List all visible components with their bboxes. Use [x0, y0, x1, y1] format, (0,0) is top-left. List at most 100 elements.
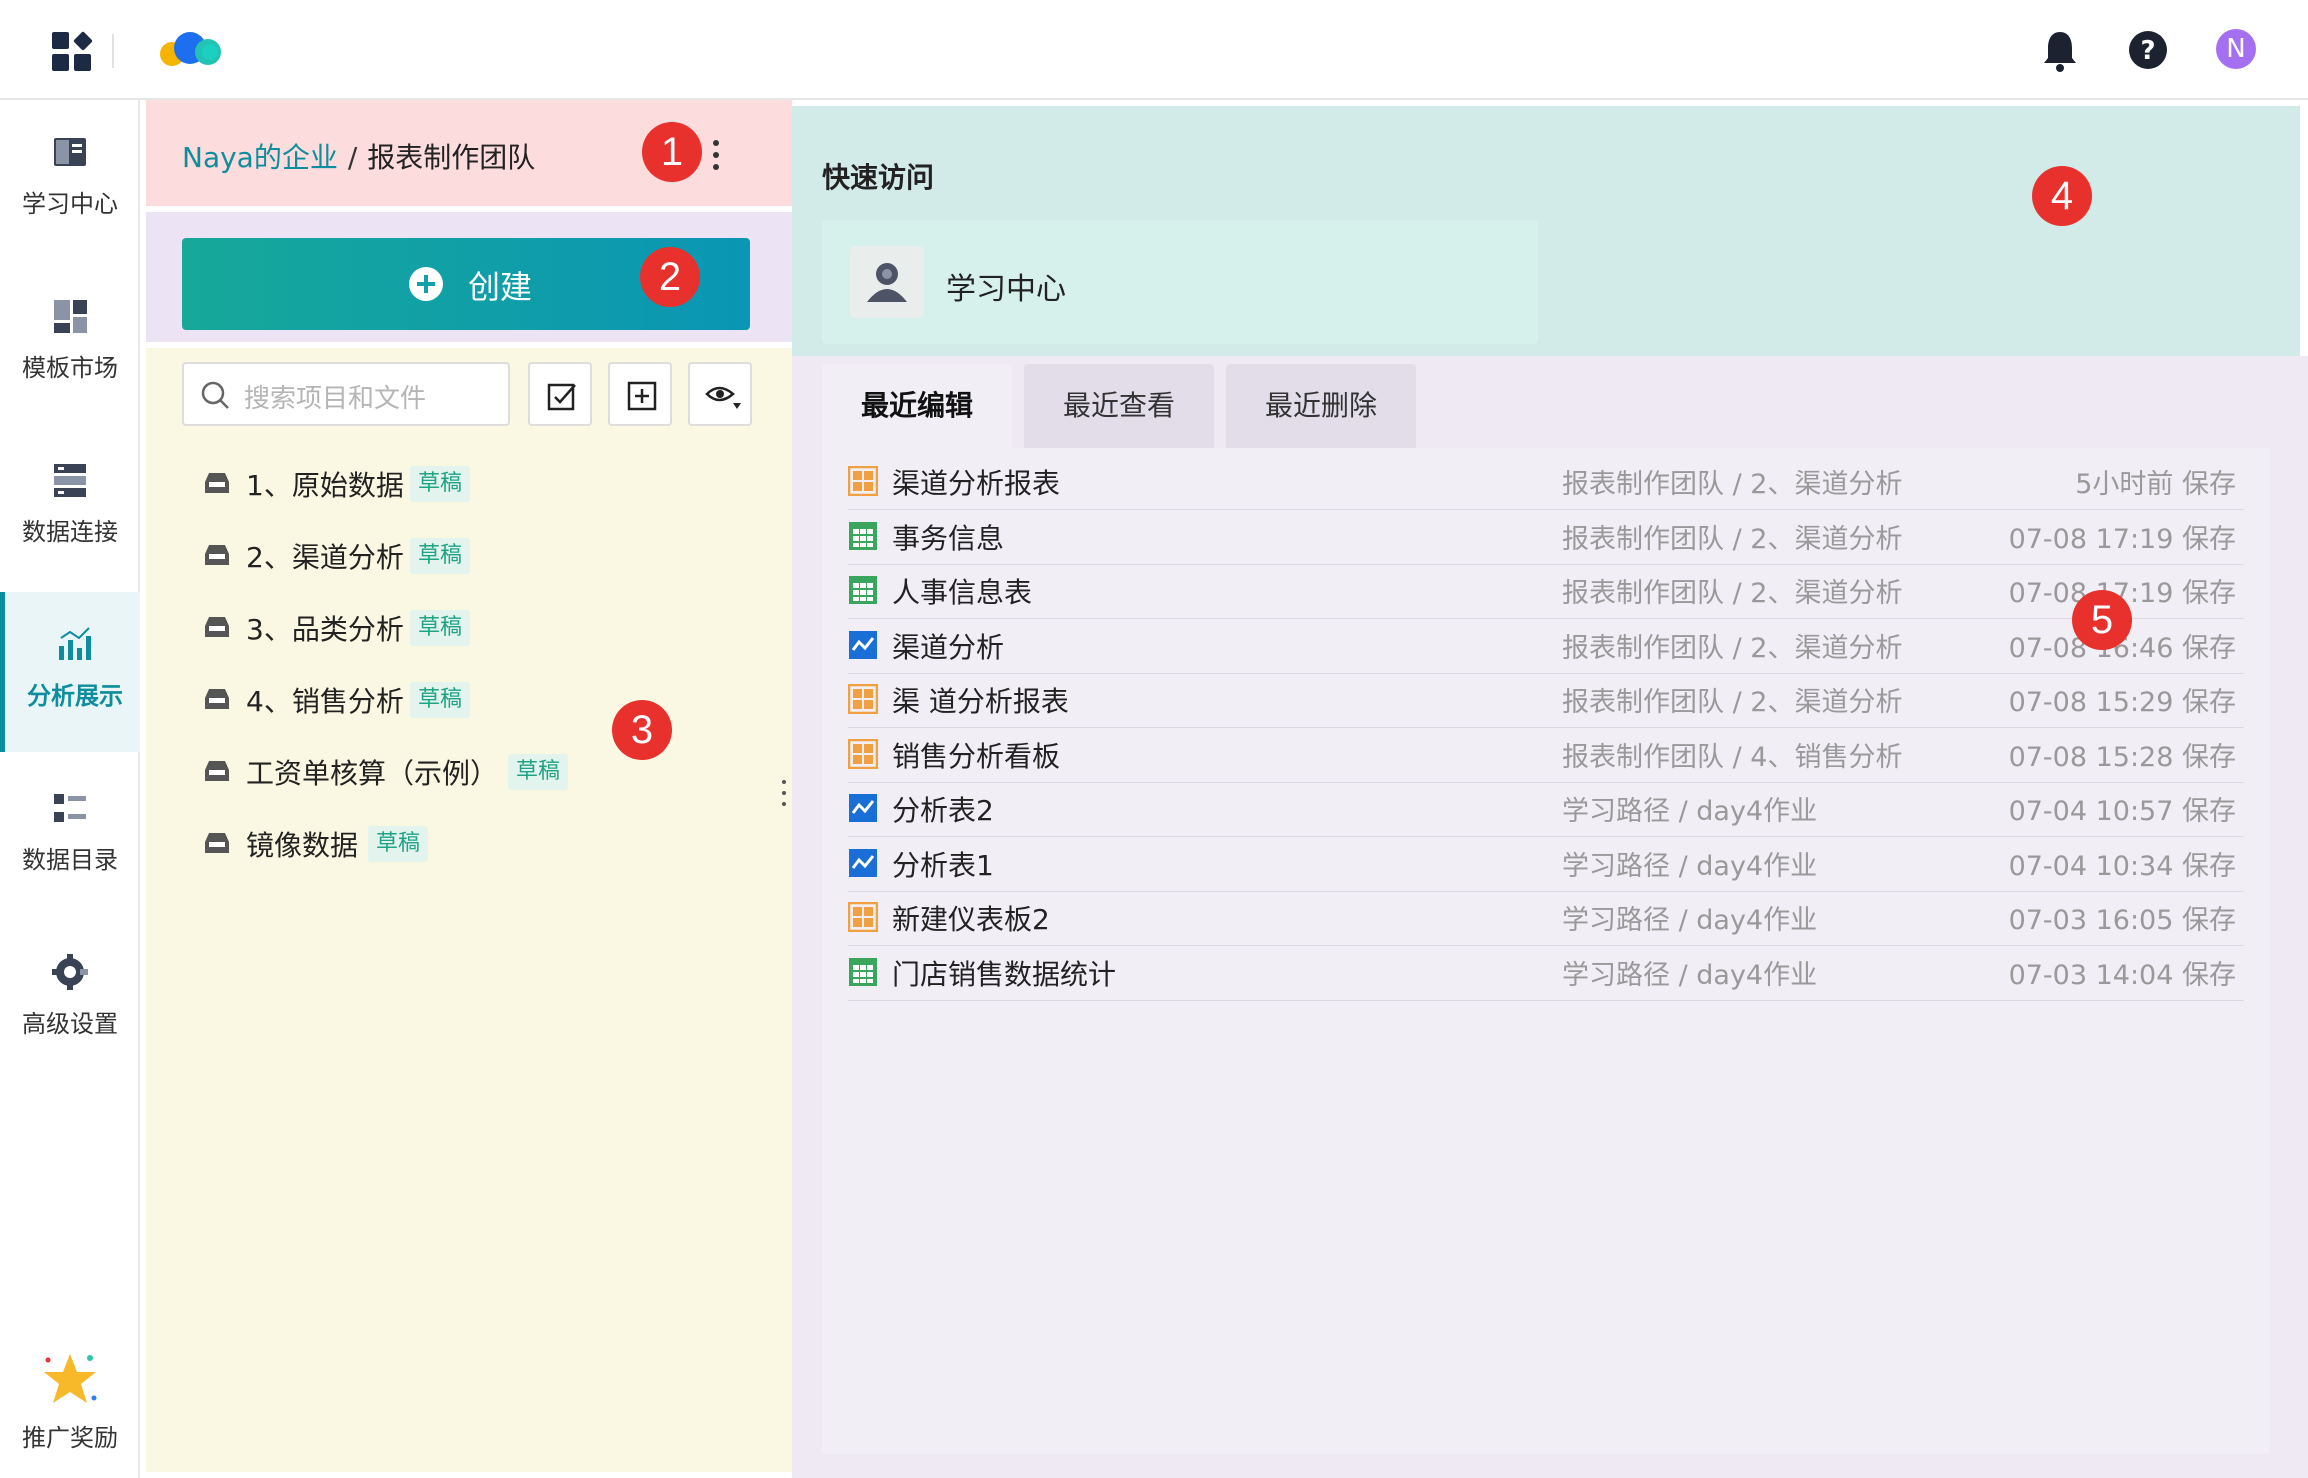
checkbox-edit-icon: [547, 383, 576, 411]
add-folder-button[interactable]: [608, 362, 672, 426]
recent-file-row[interactable]: 分析表2 学习路径 / day4作业 07-04 10:57 保存: [848, 783, 2244, 837]
batch-select-button[interactable]: [528, 362, 592, 426]
left-nav: 学习中心 模板市场 数据连接 分析展示 数据目录 高级设置 推广奖励: [0, 100, 140, 1478]
tab-recent-edit[interactable]: 最近编辑: [822, 364, 1012, 448]
file-name: 销售分析看板: [892, 739, 1061, 773]
nav-label: 学习中心: [22, 190, 118, 218]
file-saved-time: 07-03 14:04 保存: [2008, 959, 2236, 991]
marker-3: 3: [612, 700, 672, 760]
project-tree-panel: 搜索项目和文件 1、原始数据 草稿 2、渠道分析 草稿 3、品类分析 草稿 4、…: [146, 348, 792, 1472]
recent-file-row[interactable]: 事务信息 报表制作团队 / 2、渠道分析 07-08 17:19 保存: [848, 511, 2244, 565]
file-saved-time: 5小时前 保存: [2075, 469, 2236, 500]
bell-icon[interactable]: [2040, 28, 2080, 72]
draft-badge: 草稿: [410, 610, 471, 646]
help-icon[interactable]: ?: [2128, 30, 2168, 70]
recent-file-row[interactable]: 渠道分析 报表制作团队 / 2、渠道分析 07-08 16:46 保存: [848, 620, 2244, 674]
more-vertical-icon[interactable]: [706, 138, 726, 172]
tree-item-label: 1、原始数据: [246, 469, 404, 502]
dashboard-file-icon: [847, 901, 879, 933]
tab-recent-delete[interactable]: 最近删除: [1226, 364, 1416, 448]
recent-file-row[interactable]: 新建仪表板2 学习路径 / day4作业 07-03 16:05 保存: [847, 892, 2244, 946]
recent-file-row[interactable]: 渠道分析报表 报表制作团队 / 2、渠道分析 5小时前 保存: [847, 456, 2244, 510]
dashboard-file-icon: [847, 738, 879, 769]
nav-label: 模板市场: [22, 354, 118, 382]
user-icon: [850, 246, 924, 318]
top-bar: ? N: [0, 0, 2308, 100]
breadcrumb-separator: /: [347, 141, 358, 174]
file-path: 学习路径 / day4作业: [1562, 796, 1818, 827]
create-label: 创建: [468, 268, 533, 306]
project-header: Naya的企业 / 报表制作团队 1: [146, 100, 792, 206]
file-name: 门店销售数据统计: [892, 957, 1117, 991]
nav-item-data-catalog[interactable]: 数据目录: [0, 756, 140, 916]
file-saved-time: 07-08 15:28 保存: [2008, 741, 2236, 773]
breadcrumb-team: 报表制作团队: [367, 141, 536, 174]
marker-4: 4: [2032, 166, 2092, 226]
table-file-icon: [848, 957, 878, 987]
recent-file-row[interactable]: 门店销售数据统计 学习路径 / day4作业 07-03 14:04 保存: [848, 947, 2244, 1001]
tab-recent-view[interactable]: 最近查看: [1024, 364, 1214, 448]
dashboard-file-icon: [847, 465, 879, 497]
analysis-file-icon: [848, 848, 878, 878]
file-name: 渠 道分析报表: [892, 685, 1069, 718]
file-name: 渠道分析报表: [892, 467, 1061, 500]
quick-access-card-label: 学习中心: [946, 272, 1066, 307]
folder-icon: [205, 473, 229, 493]
tree-item-label: 工资单核算（示例）: [246, 757, 499, 790]
nav-item-learning-center[interactable]: 学习中心: [0, 100, 140, 260]
nav-item-reward[interactable]: 推广奖励: [0, 1318, 140, 1478]
file-name: 新建仪表板2: [892, 903, 1050, 936]
search-input[interactable]: 搜索项目和文件: [182, 362, 510, 426]
folder-icon: [205, 617, 229, 637]
file-name: 分析表2: [892, 794, 994, 827]
svg-text:?: ?: [2140, 36, 2155, 66]
file-path: 报表制作团队 / 2、渠道分析: [1562, 632, 1903, 664]
file-name: 事务信息: [892, 521, 1005, 555]
draft-badge: 草稿: [410, 682, 471, 718]
recent-file-row[interactable]: 渠 道分析报表 报表制作团队 / 2、渠道分析 07-08 15:29 保存: [847, 674, 2244, 728]
nav-item-advanced-settings[interactable]: 高级设置: [0, 920, 140, 1080]
folder-icon: [205, 833, 229, 853]
draft-badge: 草稿: [410, 538, 471, 574]
nav-item-analysis[interactable]: 分析展示: [0, 592, 140, 752]
file-path: 报表制作团队 / 4、销售分析: [1562, 741, 1903, 773]
file-saved-time: 07-03 16:05 保存: [2008, 905, 2236, 936]
breadcrumb-org-link[interactable]: Naya的企业: [182, 141, 338, 174]
recent-file-row[interactable]: 人事信息表 报表制作团队 / 2、渠道分析 07-08 17:19 保存: [848, 565, 2244, 619]
marker-2: 2: [640, 247, 700, 307]
file-saved-time: 07-04 10:34 保存: [2008, 850, 2236, 882]
file-path: 学习路径 / day4作业: [1562, 850, 1818, 882]
view-options-button[interactable]: [688, 362, 752, 426]
avatar[interactable]: N: [2216, 29, 2256, 69]
eye-icon: [705, 386, 741, 409]
marker-5: 5: [2072, 590, 2132, 650]
tree-item-label: 2、渠道分析: [246, 541, 404, 574]
recent-file-row[interactable]: 分析表1 学习路径 / day4作业 07-04 10:34 保存: [848, 838, 2244, 892]
file-path: 学习路径 / day4作业: [1562, 959, 1818, 991]
folder-icon: [205, 545, 229, 565]
quick-access-card[interactable]: 学习中心: [822, 220, 1538, 344]
apps-icon[interactable]: [50, 30, 94, 74]
logo[interactable]: [158, 28, 224, 70]
panel-resize-handle[interactable]: [780, 778, 788, 808]
plus-square-icon: [627, 381, 657, 411]
recent-file-list: 渠道分析报表 报表制作团队 / 2、渠道分析 5小时前 保存 事务信息 报表制作团队 /…: [822, 448, 2270, 1454]
file-path: 报表制作团队 / 2、渠道分析: [1562, 523, 1903, 555]
file-path: 学习路径 / day4作业: [1562, 905, 1818, 936]
database-icon: [54, 464, 86, 497]
create-panel: 创建 2: [146, 212, 792, 342]
gear-icon: [52, 954, 88, 990]
plus-circle-icon: [409, 267, 443, 301]
nav-item-template-market[interactable]: 模板市场: [0, 264, 140, 424]
quick-access-panel: 快速访问 学习中心 4: [792, 106, 2300, 356]
draft-badge: 草稿: [508, 754, 569, 790]
template-icon: [54, 300, 87, 333]
book-icon: [54, 138, 86, 166]
tree-item-label: 4、销售分析: [246, 685, 404, 718]
file-saved-time: 07-08 15:29 保存: [2008, 687, 2236, 718]
nav-item-data-connection[interactable]: 数据连接: [0, 428, 140, 588]
table-file-icon: [848, 521, 878, 551]
file-name: 分析表1: [892, 848, 994, 882]
recent-file-row[interactable]: 销售分析看板 报表制作团队 / 4、销售分析 07-08 15:28 保存: [847, 729, 2244, 783]
tree-item-label: 镜像数据: [246, 829, 359, 862]
